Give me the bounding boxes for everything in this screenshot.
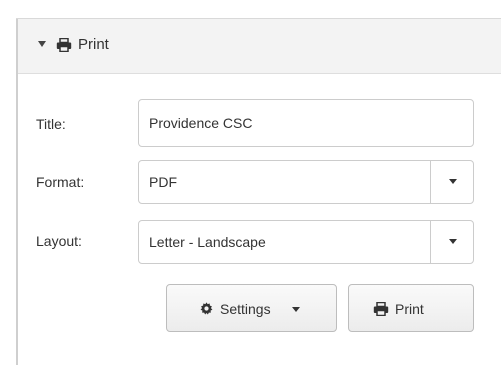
caret-down-icon <box>292 307 300 312</box>
title-label: Title: <box>36 116 66 132</box>
caret-down-icon[interactable] <box>38 41 46 47</box>
gear-icon <box>200 302 213 315</box>
printer-icon <box>56 38 72 52</box>
chevron-down-icon[interactable] <box>449 239 457 244</box>
layout-select-value: Letter - Landscape <box>149 234 266 250</box>
format-select-value: PDF <box>149 174 177 190</box>
printer-icon <box>373 302 389 316</box>
print-button-label: Print <box>395 301 424 317</box>
select-divider <box>430 221 431 263</box>
layout-select[interactable]: Letter - Landscape <box>138 220 474 264</box>
select-divider <box>430 161 431 203</box>
chevron-down-icon[interactable] <box>449 179 457 184</box>
title-input[interactable] <box>138 99 474 147</box>
print-button[interactable]: Print <box>348 284 474 332</box>
panel-title[interactable]: Print <box>78 36 109 54</box>
settings-button[interactable]: Settings <box>166 284 337 332</box>
layout-label: Layout: <box>36 233 82 249</box>
settings-button-label: Settings <box>220 301 271 317</box>
print-widget: Print Title: Format: PDF Layout: Letter … <box>0 0 501 365</box>
format-label: Format: <box>36 174 85 190</box>
format-select[interactable]: PDF <box>138 160 474 204</box>
